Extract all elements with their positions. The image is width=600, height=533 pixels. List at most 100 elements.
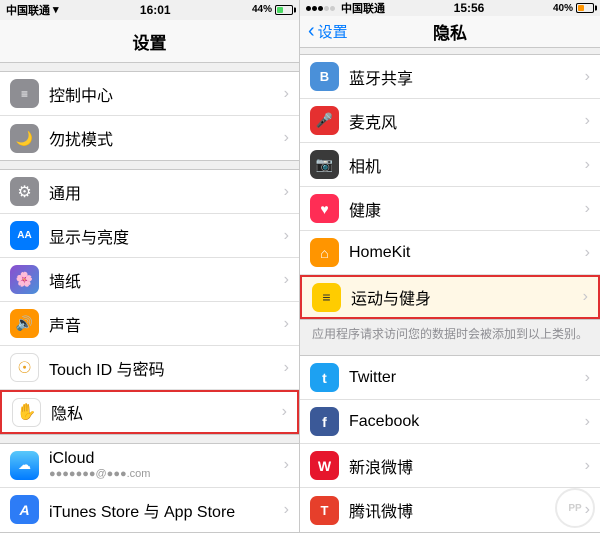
wifi-icon-left: ▾ [53, 3, 59, 16]
carrier-left: 中国联通 [6, 2, 50, 18]
chevron-twitter: › [585, 369, 590, 387]
chevron-motion: › [583, 288, 588, 306]
privacy-label: 隐私 [51, 400, 278, 424]
general-icon: ⚙ [10, 177, 39, 206]
sidebar-item-display[interactable]: AA 显示与亮度 › [0, 214, 299, 258]
chevron-wallpaper: › [284, 271, 289, 289]
sidebar-item-do-not-disturb[interactable]: 🌙 勿扰模式 › [0, 116, 299, 160]
touch-id-label: Touch ID 与密码 [49, 356, 280, 380]
privacy-item-health[interactable]: ♥ 健康 › [300, 187, 600, 231]
status-right-right: 40% [553, 3, 594, 14]
nav-title-right: 隐私 [433, 19, 467, 44]
privacy-item-twitter[interactable]: t Twitter › [300, 356, 600, 400]
bluetooth-label: 蓝牙共享 [349, 65, 581, 89]
twitter-icon: t [310, 363, 339, 392]
privacy-item-microphone[interactable]: 🎤 麦克风 › [300, 99, 600, 143]
control-center-icon: ≡ [10, 79, 39, 108]
battery-fill-right [578, 5, 584, 11]
wallpaper-label: 墙纸 [49, 268, 280, 292]
sidebar-item-icloud[interactable]: ☁ iCloud ●●●●●●●@●●●.com › [0, 444, 299, 488]
chevron-homekit: › [585, 244, 590, 262]
nav-back-button[interactable]: ‹ 设置 [308, 21, 348, 42]
chevron-microphone: › [585, 112, 590, 130]
chevron-general: › [284, 183, 289, 201]
right-panel: 中国联通 15:56 40% ‹ 设置 隐私 B 蓝牙共享 › 🎤 麦克风 › [300, 0, 600, 533]
nav-bar-right: ‹ 设置 隐私 [300, 16, 600, 48]
bluetooth-icon: B [310, 62, 339, 91]
settings-group-3: ☁ iCloud ●●●●●●●@●●●.com › A iTunes Stor… [0, 443, 299, 533]
spacer2 [0, 161, 299, 169]
sidebar-item-privacy[interactable]: ✋ 隐私 › [0, 390, 299, 434]
privacy-item-facebook[interactable]: f Facebook › [300, 400, 600, 444]
general-label: 通用 [49, 180, 280, 204]
sidebar-item-sound[interactable]: 🔊 声音 › [0, 302, 299, 346]
status-bar-left: 中国联通 ▾ 16:01 44% [0, 0, 299, 20]
time-left: 16:01 [140, 3, 171, 17]
dot5 [330, 6, 335, 11]
chevron-camera: › [585, 156, 590, 174]
chevron-display: › [284, 227, 289, 245]
camera-icon: 📷 [310, 150, 339, 179]
privacy-item-camera[interactable]: 📷 相机 › [300, 143, 600, 187]
camera-label: 相机 [349, 153, 581, 177]
sound-icon: 🔊 [10, 309, 39, 338]
control-center-label: 控制中心 [49, 82, 280, 106]
sidebar-item-general[interactable]: ⚙ 通用 › [0, 170, 299, 214]
chevron-icloud: › [284, 456, 289, 474]
weibo-icon: W [310, 451, 339, 480]
privacy-group-1: B 蓝牙共享 › 🎤 麦克风 › 📷 相机 › ♥ 健康 › ⌂ HomeKit… [300, 54, 600, 320]
facebook-label: Facebook [349, 413, 581, 431]
microphone-label: 麦克风 [349, 109, 581, 133]
sidebar-item-itunes[interactable]: A iTunes Store 与 App Store › [0, 488, 299, 532]
privacy-item-weibo[interactable]: W 新浪微博 › [300, 444, 600, 488]
icloud-sublabel: ●●●●●●●@●●●.com [49, 468, 280, 480]
nav-title-left: 设置 [133, 29, 167, 54]
time-right: 15:56 [454, 1, 485, 15]
chevron-dnd: › [284, 129, 289, 147]
homekit-icon: ⌂ [310, 238, 339, 267]
touch-id-icon: ☉ [10, 353, 39, 382]
settings-group-1: ≡ 控制中心 › 🌙 勿扰模式 › [0, 71, 299, 161]
privacy-item-homekit[interactable]: ⌂ HomeKit › [300, 231, 600, 275]
chevron-control-center: › [284, 85, 289, 103]
left-panel: 中国联通 ▾ 16:01 44% 设置 ≡ 控制中心 › 🌙 勿扰模式 [0, 0, 300, 533]
sound-label: 声音 [49, 312, 280, 336]
status-right-info: 44% [252, 4, 293, 15]
chevron-itunes: › [284, 501, 289, 519]
do-not-disturb-label: 勿扰模式 [49, 126, 280, 150]
sidebar-item-touch-id[interactable]: ☉ Touch ID 与密码 › [0, 346, 299, 390]
settings-group-2: ⚙ 通用 › AA 显示与亮度 › 🌸 墙纸 › 🔊 声音 › [0, 169, 299, 435]
status-left-info: 中国联通 ▾ [6, 2, 59, 18]
privacy-icon-left: ✋ [12, 398, 41, 427]
spacer3 [0, 435, 299, 443]
twitter-label: Twitter [349, 369, 581, 387]
icloud-label-wrap: iCloud ●●●●●●●@●●●.com [49, 450, 280, 480]
tencent-label: 腾讯微博 [349, 498, 581, 522]
sidebar-item-wallpaper[interactable]: 🌸 墙纸 › [0, 258, 299, 302]
chevron-privacy: › [282, 403, 287, 421]
weibo-label: 新浪微博 [349, 454, 581, 478]
battery-icon-right [576, 3, 594, 13]
battery-fill-left [277, 7, 283, 13]
hint-content: 应用程序请求访问您的数据时会被添加到以上类别。 [312, 327, 588, 341]
dot3 [318, 6, 323, 11]
battery-percent-right: 40% [553, 3, 573, 14]
back-arrow-icon: ‹ [308, 21, 315, 41]
appstore-icon: A [10, 495, 39, 524]
signal-dots [306, 6, 335, 11]
wallpaper-icon: 🌸 [10, 265, 39, 294]
chevron-touch-id: › [284, 359, 289, 377]
nav-back-label: 设置 [318, 21, 348, 42]
spacer1 [0, 63, 299, 71]
chevron-weibo: › [585, 457, 590, 475]
health-icon: ♥ [310, 194, 339, 223]
icloud-icon: ☁ [10, 451, 39, 480]
privacy-item-bluetooth[interactable]: B 蓝牙共享 › [300, 55, 600, 99]
pp-watermark: PP [555, 488, 595, 528]
sidebar-item-control-center[interactable]: ≡ 控制中心 › [0, 72, 299, 116]
status-right-left: 中国联通 [306, 0, 385, 16]
privacy-item-motion[interactable]: ≡ 运动与健身 › [300, 275, 600, 319]
display-icon: AA [10, 221, 39, 250]
icloud-label: iCloud [49, 450, 280, 468]
microphone-icon: 🎤 [310, 106, 339, 135]
